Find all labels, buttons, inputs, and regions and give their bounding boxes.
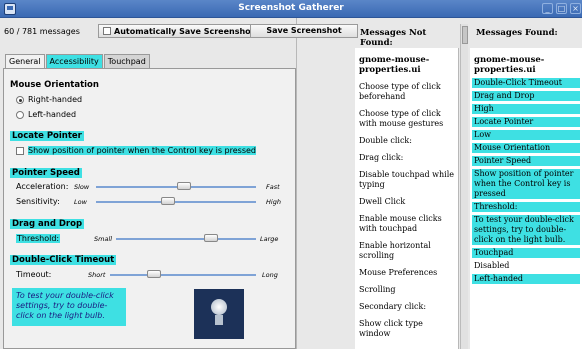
speed-heading: Pointer Speed — [10, 168, 82, 178]
threshold-thumb[interactable] — [204, 234, 219, 242]
acceleration-label: Acceleration: — [16, 182, 69, 191]
drag-heading: Drag and Drop — [10, 219, 85, 229]
acceleration-thumb[interactable] — [177, 182, 191, 190]
tab-strip: General Accessibility Touchpad — [5, 54, 151, 69]
left-handed-radio[interactable] — [16, 110, 24, 119]
sensitivity-max: High — [266, 198, 281, 206]
right-handed-radio[interactable] — [16, 95, 24, 104]
locate-pointer-label: Show position of pointer when the Contro… — [28, 146, 256, 155]
message-item[interactable]: Drag and Drop — [472, 91, 580, 101]
orientation-heading: Mouse Orientation — [10, 80, 99, 90]
timeout-min: Short — [88, 271, 106, 279]
message-item[interactable]: Double click: — [359, 136, 456, 146]
message-count: 60 / 781 messages — [4, 27, 80, 36]
message-item[interactable]: Dwell Click — [359, 197, 456, 207]
message-item[interactable]: Disabled — [474, 261, 580, 271]
right-handed-label: Right-handed — [28, 95, 83, 104]
maximize-icon[interactable]: □ — [556, 3, 567, 14]
message-item[interactable]: Touchpad — [472, 248, 580, 258]
acceleration-max: Fast — [266, 183, 280, 191]
message-item[interactable]: Drag click: — [359, 153, 456, 163]
close-icon[interactable]: × — [570, 3, 581, 14]
locate-pointer-option[interactable]: Show position of pointer when the Contro… — [16, 146, 256, 155]
left-handed-label: Left-handed — [28, 110, 77, 119]
message-item[interactable]: gnome-mouse-properties.ui — [359, 55, 456, 75]
minimize-icon[interactable]: _ — [542, 3, 553, 14]
sensitivity-thumb[interactable] — [161, 197, 175, 205]
message-item[interactable]: Enable mouse clicks with touchpad — [359, 214, 456, 234]
message-item[interactable]: gnome-mouse-properties.ui — [474, 55, 580, 75]
message-item[interactable]: Secondary click: — [359, 302, 456, 312]
message-item[interactable]: Disable touchpad while typing — [359, 170, 456, 190]
message-item[interactable]: Locate Pointer — [472, 117, 580, 127]
threshold-max: Large — [260, 235, 279, 243]
sensitivity-label: Sensitivity: — [16, 197, 60, 206]
save-screenshot-button[interactable]: Save Screenshot — [250, 24, 358, 38]
left-handed-option[interactable]: Left-handed — [16, 110, 76, 119]
found-heading: Messages Found: — [476, 28, 558, 38]
timeout-max: Long — [262, 271, 278, 279]
threshold-track[interactable] — [116, 238, 256, 240]
locate-heading: Locate Pointer — [10, 131, 84, 141]
message-item[interactable]: Show click type window — [359, 319, 456, 339]
not-found-heading: Messages Not Found: — [360, 28, 427, 48]
threshold-min: Small — [94, 235, 113, 243]
light-bulb-test-area[interactable] — [194, 289, 244, 339]
sensitivity-min: Low — [74, 198, 87, 206]
message-item[interactable]: Show position of pointer when the Contro… — [472, 169, 580, 199]
message-item[interactable]: Left-handed — [472, 274, 580, 284]
timeout-thumb[interactable] — [146, 270, 161, 278]
message-item[interactable]: To test your double-click settings, try … — [472, 215, 580, 245]
tab-general[interactable]: General — [5, 54, 45, 69]
title-bar: Screenshot Gatherer _ □ × — [0, 0, 582, 18]
message-item[interactable]: Mouse Preferences — [359, 268, 456, 278]
double-click-hint: To test your double-click settings, try … — [12, 288, 126, 326]
timeout-track[interactable] — [110, 274, 256, 276]
sensitivity-track[interactable] — [96, 201, 256, 203]
not-found-list: gnome-mouse-properties.ui Choose type of … — [355, 48, 459, 349]
message-item[interactable]: Scrolling — [359, 285, 456, 295]
not-found-scrollbar[interactable] — [460, 24, 468, 349]
message-item[interactable]: Low — [472, 130, 580, 140]
double-click-heading: Double-Click Timeout — [10, 255, 117, 265]
message-item[interactable]: Pointer Speed — [472, 156, 580, 166]
threshold-label: Threshold: — [16, 234, 61, 243]
message-item[interactable]: High — [472, 104, 580, 114]
locate-pointer-checkbox[interactable] — [16, 146, 24, 155]
window-title: Screenshot Gatherer — [238, 3, 344, 13]
light-bulb-icon — [211, 299, 227, 315]
not-found-scroll-thumb[interactable] — [462, 26, 468, 44]
general-tab-body: Mouse Orientation Right-handed Left-hand… — [3, 68, 296, 349]
message-item[interactable]: Double-Click Timeout — [472, 78, 580, 88]
tab-touchpad[interactable]: Touchpad — [103, 54, 150, 68]
found-list: gnome-mouse-properties.ui Double-Click Ti… — [470, 48, 582, 349]
message-item[interactable]: Choose type of click beforehand — [359, 82, 456, 102]
message-item[interactable]: Enable horizontal scrolling — [359, 241, 456, 261]
acceleration-track[interactable] — [96, 186, 256, 188]
auto-save-label: Automatically Save Screenshots — [114, 26, 260, 36]
preview-pane: 60 / 781 messages Automatically Save Scr… — [0, 18, 297, 349]
light-bulb-base — [215, 315, 223, 325]
timeout-label: Timeout: — [16, 270, 52, 279]
right-handed-option[interactable]: Right-handed — [16, 95, 82, 104]
message-item[interactable]: Mouse Orientation — [472, 143, 580, 153]
message-item[interactable]: Choose type of click with mouse gestures — [359, 109, 456, 129]
acceleration-min: Slow — [74, 183, 90, 191]
auto-save-toggle[interactable]: Automatically Save Screenshots — [98, 24, 265, 38]
auto-save-checkbox[interactable] — [103, 27, 111, 35]
message-item[interactable]: Threshold: — [472, 202, 580, 212]
tab-accessibility[interactable]: Accessibility — [45, 54, 103, 68]
mouse-preferences-panel: General Accessibility Touchpad Mouse Ori… — [3, 54, 296, 349]
